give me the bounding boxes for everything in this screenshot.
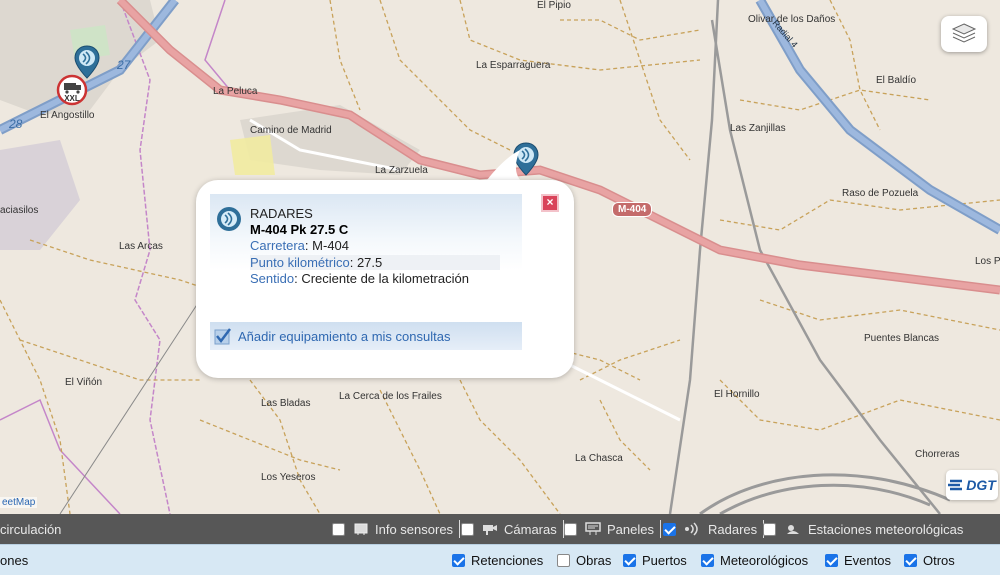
place-label: Los P [975, 256, 1000, 267]
place-label: El Angostillo [40, 110, 95, 121]
add-to-queries-label: Añadir equipamiento a mis consultas [238, 328, 451, 344]
popup-field-pk: Punto kilométrico: 27.5 [250, 255, 500, 270]
popup-subtitle: M-404 Pk 27.5 C [250, 222, 349, 237]
panel-icon [585, 522, 601, 536]
popup-tail [484, 150, 524, 184]
field-separator: : [349, 255, 357, 270]
place-label: La Esparraguera [476, 60, 551, 71]
separator [659, 520, 661, 538]
checkbox[interactable] [825, 553, 838, 567]
place-label: Los Yeseros [261, 472, 316, 483]
radar-info-popup: × RADARES M-404 Pk 27.5 C Carretera: M-4… [196, 180, 574, 378]
toggle-label: Retenciones [471, 552, 544, 568]
toggle-label: Eventos [844, 552, 891, 568]
dgt-label: DGT [966, 477, 996, 493]
camera-icon [482, 522, 498, 536]
weather-station-icon [784, 522, 802, 536]
place-label: El Pipio [537, 0, 571, 11]
layers-button[interactable] [941, 16, 987, 52]
checkbox[interactable] [663, 522, 676, 536]
field-key: Carretera [250, 238, 305, 253]
toggle-label: Meteorológicos [720, 552, 809, 568]
toggle-label: Radares [708, 521, 758, 537]
place-label: El Viñón [65, 377, 103, 388]
checkbox[interactable] [701, 553, 714, 567]
toggle-label: Puertos [642, 552, 687, 568]
toggle-meteorologicos[interactable]: Meteorológicos [701, 553, 808, 568]
popup-field-carretera: Carretera: M-404 [250, 238, 349, 253]
checkbox[interactable] [763, 522, 776, 536]
radar-waves-icon [684, 522, 702, 536]
radar-icon [216, 206, 242, 236]
toggle-camaras[interactable]: Cámaras [461, 520, 564, 538]
place-label: Puentes Blancas [864, 333, 940, 344]
checkbox[interactable] [623, 553, 636, 567]
checkbox[interactable] [461, 522, 474, 536]
toolbar2-left-label: ones [0, 552, 29, 568]
popup-title: RADARES [250, 206, 313, 221]
place-label: El Baldío [876, 75, 917, 86]
sensor-icon [353, 522, 369, 536]
toolbar1-left-label: circulación [0, 521, 62, 537]
map-attribution[interactable]: eetMap [0, 497, 38, 508]
place-label: El Hornillo [714, 389, 760, 400]
toggle-retenciones[interactable]: Retenciones [452, 553, 543, 568]
toggle-obras[interactable]: Obras [557, 553, 611, 568]
toggle-label: Paneles [607, 521, 654, 537]
toggle-info-sensores[interactable]: Info sensores [332, 520, 461, 538]
highway-number: 27 [117, 58, 131, 72]
place-label: Camino de Madrid [250, 125, 332, 136]
checkmark-icon [214, 328, 231, 345]
popup-close-button[interactable]: × [541, 194, 559, 212]
place-label: La Zarzuela [375, 165, 428, 176]
toggle-label: Info sensores [375, 521, 454, 537]
toggle-radares[interactable]: Radares [663, 520, 765, 538]
field-value: M-404 [312, 238, 350, 253]
toggle-estaciones[interactable]: Estaciones meteorológicas [763, 522, 963, 537]
toggle-paneles[interactable]: Paneles [564, 520, 661, 538]
toggle-puertos[interactable]: Puertos [623, 553, 687, 568]
toggle-otros[interactable]: Otros [904, 553, 955, 568]
toggle-eventos[interactable]: Eventos [825, 553, 891, 568]
xxl-label: XXL [64, 94, 80, 103]
highway-number: 28 [9, 117, 23, 131]
place-label: Raso de Pozuela [842, 188, 919, 199]
field-key: Punto kilométrico [250, 255, 350, 270]
separator [459, 520, 461, 538]
place-label: La Cerca de los Frailes [339, 391, 442, 402]
checkbox[interactable] [904, 553, 917, 567]
checkbox[interactable] [564, 522, 577, 536]
toggle-label: Otros [923, 552, 955, 568]
dgt-symbol-icon [948, 479, 963, 491]
toggle-label: Obras [576, 552, 612, 568]
road-shield-m404: M-404 [612, 202, 653, 217]
layers-toolbar: circulación Info sensores Cámaras Panele… [0, 514, 1000, 544]
checkbox[interactable] [332, 522, 345, 536]
place-label: La Chasca [575, 453, 623, 464]
place-label: Olivar de los Daños [748, 14, 836, 25]
place-label: Chorreras [915, 449, 960, 460]
field-value: 27.5 [356, 255, 383, 270]
checkbox[interactable] [557, 553, 570, 567]
layers-icon [951, 23, 977, 43]
popup-field-sentido: Sentido: Creciente de la kilometración [250, 271, 469, 286]
truck-xxl-icon[interactable]: XXL [56, 74, 88, 106]
toggle-label: Cámaras [504, 521, 557, 537]
place-label: Las Zanjillas [730, 123, 786, 134]
place-label: aciasilos [0, 205, 39, 216]
place-label: Las Bladas [261, 398, 311, 409]
place-label: Las Arcas [119, 241, 163, 252]
dgt-logo: DGT [946, 470, 998, 500]
add-to-queries-button[interactable]: Añadir equipamiento a mis consultas [210, 322, 522, 350]
place-label: La Peluca [213, 86, 258, 97]
field-value: Creciente de la kilometración [301, 271, 469, 286]
toggle-label: Estaciones meteorológicas [808, 521, 964, 537]
field-key: Sentido [250, 271, 295, 286]
incidents-toolbar: ones Retenciones Obras Puertos Meteoroló… [0, 544, 1000, 575]
checkbox[interactable] [452, 553, 465, 567]
